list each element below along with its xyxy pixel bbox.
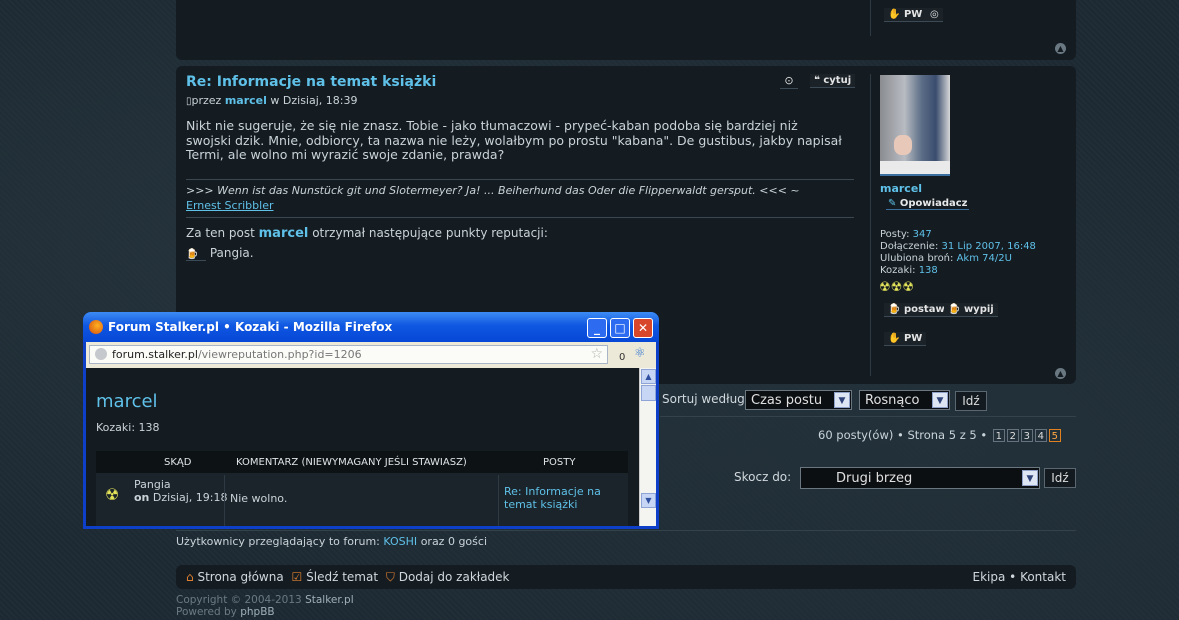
rep-user[interactable]: marcel: [259, 226, 309, 241]
bookmark-link[interactable]: Dodaj do zakładek: [399, 570, 510, 584]
profile-stats: Posty: 347 Dołączenie: 31 Lip 2007, 16:4…: [880, 229, 1036, 276]
post-meta: ▯przez marcel w Dzisiaj, 18:39: [186, 94, 358, 107]
bookmark-icon: ⛉: [385, 570, 395, 584]
profile-divider: [870, 74, 871, 376]
wypij-button[interactable]: 🍺 wypij: [944, 303, 998, 317]
signature: >>> Wenn ist das Nunstück git und Sloter…: [186, 184, 800, 197]
profile-username[interactable]: marcel: [880, 182, 922, 195]
sort-label: Sortuj według: [662, 392, 745, 406]
chevron-down-icon: ▼: [932, 392, 948, 408]
scroll-thumb[interactable]: [641, 385, 656, 401]
pagination: 60 posty(ów) • Strona 5 z 5 • 12345: [818, 428, 1061, 442]
firefox-icon: [89, 320, 103, 334]
avatar: [880, 75, 950, 175]
jump-label: Skocz do:: [734, 470, 792, 484]
reputation-table: SKĄD KOMENTARZ (NIEWYMAGANY JEŚLI STAWIA…: [96, 451, 628, 526]
jump-go-button[interactable]: Idź: [1044, 468, 1076, 488]
postaw-button[interactable]: 🍺 postaw: [884, 303, 949, 317]
checkbox-icon: ☑: [291, 570, 303, 584]
jump-select[interactable]: Drugi brzeg ▼: [800, 467, 1040, 489]
rep-comment: Nie wolno.: [230, 492, 288, 505]
chevron-down-icon: ▼: [834, 392, 850, 408]
sort-order-select[interactable]: Rosnąco ▼: [859, 390, 950, 410]
scroll-up-icon[interactable]: ▲: [641, 369, 656, 384]
bookmark-star-icon[interactable]: ☆: [590, 346, 603, 363]
rep-post-link[interactable]: Re: Informacje na temat książki: [504, 485, 622, 511]
addon-counter: 0: [619, 352, 626, 363]
window-titlebar[interactable]: Forum Stalker.pl • Kozaki - Mozilla Fire…: [83, 312, 659, 342]
window-title: Forum Stalker.pl • Kozaki - Mozilla Fire…: [108, 320, 393, 334]
quote-button[interactable]: ❝ cytuj: [810, 74, 856, 88]
viewers-divider: [176, 530, 1076, 531]
minimize-icon[interactable]: _: [587, 318, 607, 338]
firefox-popup-window[interactable]: Forum Stalker.pl • Kozaki - Mozilla Fire…: [83, 312, 659, 529]
page-link-2[interactable]: 2: [1006, 429, 1019, 442]
copyright: Copyright © 2004-2013 Stalker.pl Powered…: [176, 594, 354, 618]
page-link-3[interactable]: 3: [1020, 429, 1033, 442]
site-link[interactable]: Stalker.pl: [305, 594, 354, 606]
radiation-icon: ☢: [879, 280, 891, 295]
page-link-1[interactable]: 1: [992, 429, 1005, 442]
post-divider: [870, 0, 871, 36]
team-link[interactable]: Ekipa: [972, 570, 1005, 584]
watch-topic-link[interactable]: Śledź temat: [306, 570, 378, 584]
popup-scrollbar[interactable]: ▲ ▼: [639, 368, 656, 526]
page-link-4[interactable]: 4: [1034, 429, 1047, 442]
post-title[interactable]: Re: Informacje na temat książki: [186, 74, 436, 90]
reputation-entry: 🍺 Pangia.: [186, 246, 254, 261]
signature-link[interactable]: Ernest Scribbler: [186, 199, 273, 212]
sort-field-select[interactable]: Czas postu ▼: [745, 390, 852, 410]
post-body: Nikt nie sugeruje, że się nie znasz. Tob…: [186, 118, 842, 162]
viewers-line: Użytkownicy przeglądający to forum: KOSH…: [176, 535, 487, 548]
viewer-link[interactable]: KOSHI: [383, 535, 417, 548]
profile-rank: ✎ Opowiadacz: [886, 198, 970, 210]
back-to-top-icon[interactable]: ▲: [1055, 43, 1066, 54]
contact-link[interactable]: Kontakt: [1020, 570, 1066, 584]
sort-go-button[interactable]: Idź: [955, 391, 987, 411]
scroll-down-icon[interactable]: ▼: [641, 493, 656, 508]
url-toolbar: forum.stalker.pl/viewreputation.php?id=1…: [86, 342, 656, 368]
report-icon[interactable]: ⊙: [780, 72, 798, 89]
signature-divider: [186, 179, 854, 180]
home-icon: ⌂: [186, 570, 194, 584]
pencil-icon: ✎: [888, 198, 897, 209]
popup-kozaki: Kozaki: 138: [96, 421, 160, 434]
kozaki-radiation-icons: ☢☢☢: [879, 276, 914, 295]
radiation-icon: ☢: [902, 280, 914, 295]
beer-icon: 🍺: [186, 249, 206, 261]
maximize-icon[interactable]: □: [610, 318, 630, 338]
popup-username: marcel: [96, 391, 158, 412]
reputation-header: Za ten post marcel otrzymał następujące …: [186, 226, 548, 241]
globe-icon: [95, 348, 107, 360]
previous-post-panel: ✋ PW ◎ ▲: [176, 0, 1076, 60]
table-header: SKĄD KOMENTARZ (NIEWYMAGANY JEŚLI STAWIA…: [96, 451, 628, 473]
post-author[interactable]: marcel: [225, 94, 267, 107]
extension-icon[interactable]: ⚛: [634, 346, 646, 361]
radiation-icon: ☢: [890, 280, 903, 295]
pw-button[interactable]: ✋ PW: [884, 8, 927, 22]
url-bar[interactable]: forum.stalker.pl/viewreputation.php?id=1…: [89, 345, 608, 364]
reputation-divider: [186, 217, 854, 218]
phpbb-link[interactable]: phpBB: [240, 606, 274, 618]
sort-divider: [660, 416, 1076, 417]
chevron-down-icon: ▼: [1022, 470, 1038, 486]
avatar-underline: [880, 174, 950, 176]
www-icon[interactable]: ◎: [926, 8, 943, 22]
table-row: ☢ Pangia on Dzisiaj, 19:18 Nie wolno. Re…: [96, 475, 628, 526]
footer-nav: ⌂ Strona główna ☑ Śledź temat ⛉ Dodaj do…: [176, 565, 1076, 589]
popup-content: marcel Kozaki: 138 SKĄD KOMENTARZ (NIEWY…: [86, 368, 656, 526]
rep-giver[interactable]: Pangia.: [210, 246, 254, 260]
rep-from-name[interactable]: Pangia: [134, 478, 227, 491]
profile-pw-button[interactable]: ✋ PW: [884, 332, 927, 346]
page-current: 5: [1048, 429, 1061, 442]
close-icon[interactable]: ✕: [633, 318, 653, 338]
back-to-top-icon[interactable]: ▲: [1055, 368, 1066, 379]
radiation-icon: ☢: [105, 485, 120, 504]
home-link[interactable]: Strona główna: [197, 570, 283, 584]
